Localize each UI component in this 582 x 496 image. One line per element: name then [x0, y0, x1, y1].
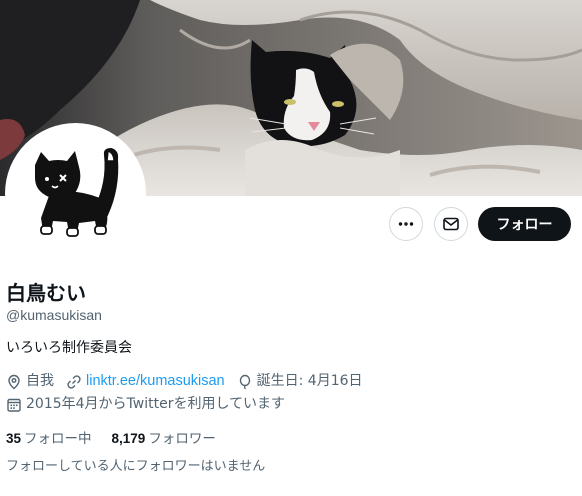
followers-you-know: フォローしている人にフォロワーはいません [6, 459, 266, 474]
following-count: 35 [6, 431, 22, 446]
link-icon [67, 374, 81, 389]
location-text: 自我 [26, 373, 54, 389]
location-pin-icon [8, 374, 20, 389]
profile-bio: いろいろ制作委員会 [6, 340, 132, 356]
display-name: 白鳥むい [6, 281, 86, 305]
following-label: フォロー中 [24, 431, 92, 447]
user-handle: @kumasukisan [6, 307, 102, 323]
profile-link[interactable]: linktr.ee/kumasukisan [86, 372, 225, 391]
profile-meta: 自我 linktr.ee/kumasukisan 誕生日: 4月16日 [6, 372, 375, 391]
avatar-cat-drawing [35, 147, 119, 237]
mail-icon [443, 217, 459, 231]
profile-avatar[interactable] [5, 123, 146, 264]
birthday-text: 誕生日: 4月16日 [256, 373, 363, 389]
follow-button[interactable]: フォロー [478, 207, 571, 241]
more-options-button[interactable] [389, 207, 423, 241]
following-stat[interactable]: 35 フォロー中 [6, 429, 92, 449]
join-date-text: 2015年4月からTwitterを利用しています [26, 396, 286, 412]
location-item: 自我 [6, 372, 54, 391]
profile-page: フォロー 白鳥むい @kumasukisan いろいろ制作委員会 自我 link… [0, 0, 582, 496]
join-date-row: 2015年4月からTwitterを利用しています [6, 395, 297, 414]
message-button[interactable] [434, 207, 468, 241]
link-item: linktr.ee/kumasukisan [66, 372, 225, 391]
birthday-item: 誕生日: 4月16日 [237, 372, 363, 391]
followers-count: 8,179 [111, 431, 146, 446]
more-icon [398, 222, 414, 226]
calendar-icon [7, 398, 21, 412]
join-date-item: 2015年4月からTwitterを利用しています [6, 395, 285, 414]
balloon-icon [239, 374, 250, 389]
follow-stats: 35 フォロー中 8,179 フォロワー [6, 429, 236, 449]
followers-label: フォロワー [148, 431, 216, 447]
followers-stat[interactable]: 8,179 フォロワー [112, 429, 216, 449]
